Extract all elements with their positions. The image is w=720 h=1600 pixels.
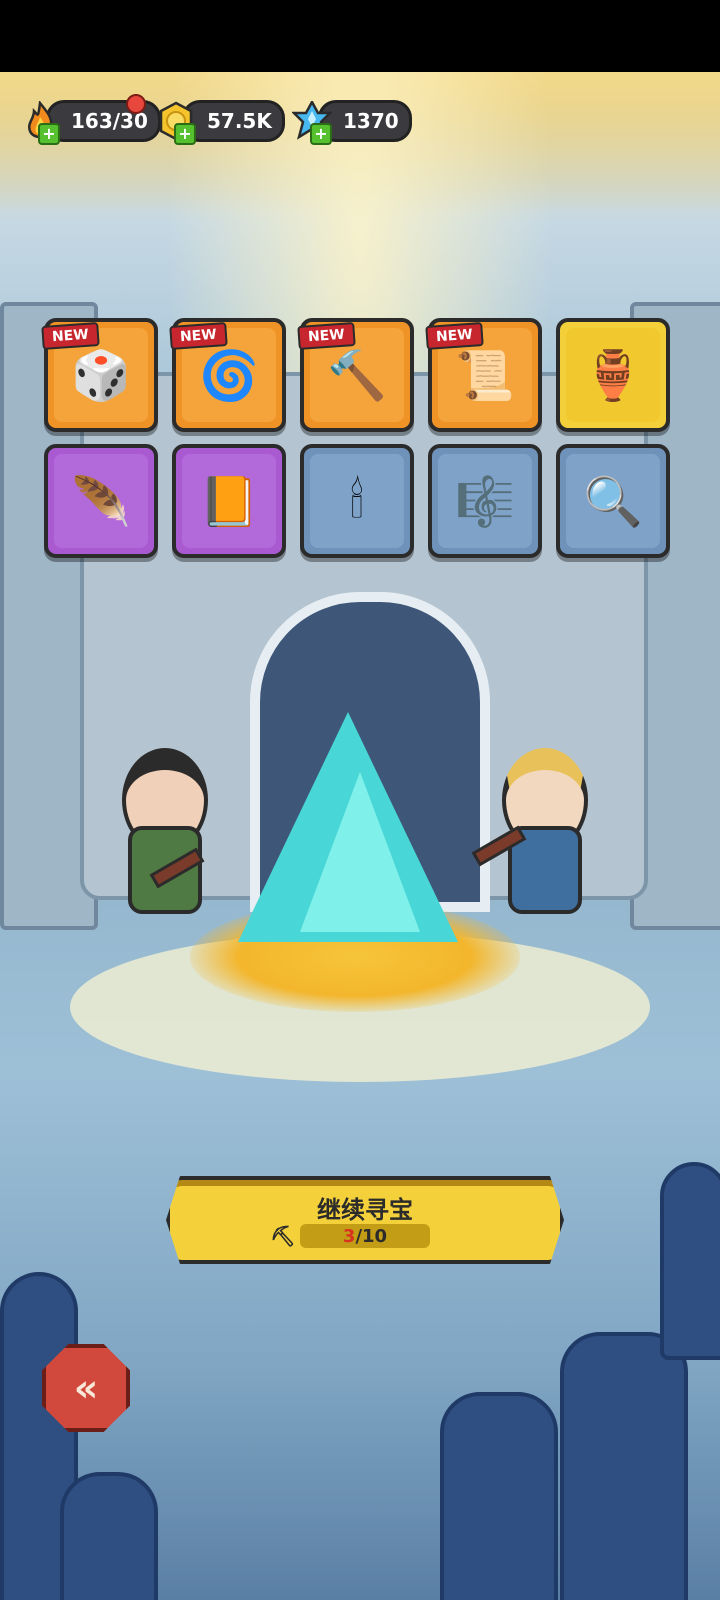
- new-badge: NEW: [169, 322, 228, 350]
- status-bar: [0, 0, 720, 72]
- new-badge: NEW: [41, 322, 100, 350]
- scroll-letter-icon: 📜: [455, 347, 515, 404]
- item-slot[interactable]: 🔨 NEW: [297, 318, 414, 432]
- item-slot[interactable]: 🕯: [300, 444, 414, 558]
- rock-right-3: [660, 1162, 720, 1360]
- blue-crystal-icon: +: [290, 99, 334, 145]
- gold-coin-icon: +: [156, 101, 196, 145]
- continue-treasure-hunt-button[interactable]: 继续寻宝 ⛏ 3/10: [166, 1176, 564, 1264]
- war-hammer-icon: 🔨: [327, 347, 387, 404]
- lyre-icon: 🎼: [455, 473, 515, 530]
- continue-label: 继续寻宝: [317, 1196, 413, 1224]
- blue-spirit-orb-icon: 🌀: [199, 347, 259, 404]
- item-slot[interactable]: 🎲 NEW: [41, 318, 158, 432]
- lightning-book-icon: 📙: [199, 473, 259, 530]
- new-badge: NEW: [297, 322, 356, 350]
- gold-counter[interactable]: + 57.5K: [156, 98, 285, 145]
- item-slot[interactable]: 🌀 NEW: [169, 318, 286, 432]
- rock-right-2: [560, 1332, 688, 1600]
- item-slot[interactable]: 📜 NEW: [425, 318, 542, 432]
- add-gem-icon[interactable]: +: [310, 123, 332, 145]
- gem-counter[interactable]: + 1370: [290, 98, 412, 145]
- sand-vase-icon: 🏺: [583, 347, 643, 404]
- candle-icon: 🕯: [350, 472, 364, 529]
- new-badge: NEW: [425, 322, 484, 350]
- item-slot[interactable]: 📙: [172, 444, 286, 558]
- magnifying-mirror-icon: 🔍: [583, 473, 643, 530]
- gem-value: 1370: [318, 100, 412, 142]
- fire-feather-icon: 🪶: [71, 473, 131, 530]
- item-slot[interactable]: 🏺: [556, 318, 670, 432]
- pickaxe-icon: ⛏: [270, 1224, 296, 1248]
- miner-character-right: [471, 748, 590, 928]
- rock-right-1: [440, 1392, 558, 1600]
- fire-icon: +: [20, 99, 60, 145]
- item-slot[interactable]: 🪶: [44, 444, 158, 558]
- gold-value: 57.5K: [182, 100, 285, 142]
- pickaxe-progress: ⛏ 3/10: [300, 1224, 430, 1248]
- item-slot[interactable]: 🔍: [556, 444, 670, 558]
- rock-left-2: [60, 1472, 158, 1600]
- progress-total: /10: [355, 1225, 388, 1247]
- progress-current: 3: [342, 1225, 356, 1247]
- notification-dot: [126, 94, 146, 114]
- miner-character-left: [110, 748, 210, 928]
- back-arrow-icon: «: [73, 1366, 99, 1410]
- energy-counter[interactable]: + 163/30: [20, 94, 161, 145]
- add-energy-icon[interactable]: +: [38, 123, 60, 145]
- crystal-shard: [300, 772, 420, 932]
- add-gold-icon[interactable]: +: [174, 123, 196, 145]
- item-slot[interactable]: 🎼: [428, 444, 542, 558]
- d20-dice-icon: 🎲: [71, 347, 131, 404]
